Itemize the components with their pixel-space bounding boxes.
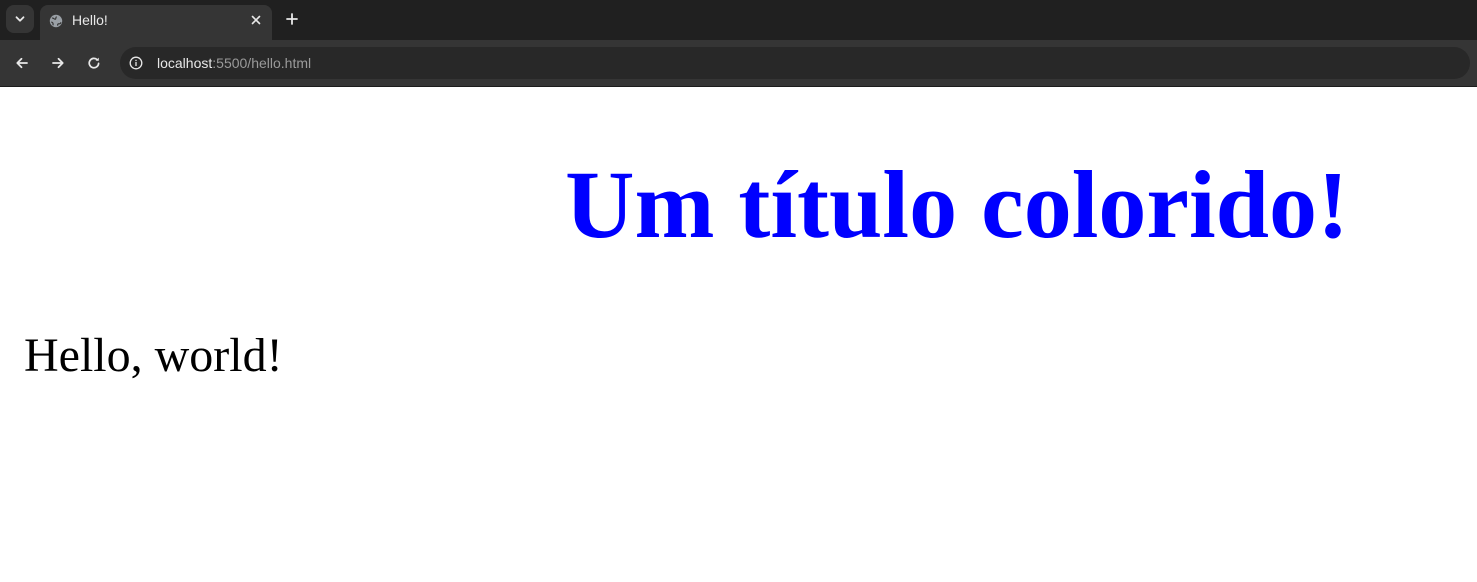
reload-icon bbox=[88, 57, 100, 69]
forward-button[interactable] bbox=[45, 50, 71, 76]
tab-title: Hello! bbox=[72, 12, 108, 28]
arrow-right-icon bbox=[52, 57, 64, 69]
page-heading: Um título colorido! bbox=[565, 151, 1349, 258]
reload-button[interactable] bbox=[81, 50, 107, 76]
tab-hello[interactable]: Hello! bbox=[40, 5, 272, 40]
globe-icon bbox=[49, 13, 63, 28]
plus-icon bbox=[286, 13, 298, 25]
url-host: localhost bbox=[157, 55, 213, 71]
back-button[interactable] bbox=[9, 50, 35, 76]
page-viewport: Um título colorido! Hello, world! bbox=[0, 88, 1477, 582]
address-bar[interactable]: localhost:5500/hello.html bbox=[120, 47, 1470, 79]
tab-strip: Hello! bbox=[0, 0, 1477, 40]
chevron-down-icon bbox=[15, 16, 25, 22]
info-icon[interactable] bbox=[128, 55, 144, 71]
browser-toolbar: localhost:5500/hello.html bbox=[0, 40, 1477, 87]
page-paragraph: Hello, world! bbox=[24, 329, 283, 382]
arrow-left-icon bbox=[16, 57, 28, 69]
url-path: :5500/hello.html bbox=[212, 55, 312, 71]
url-text[interactable]: localhost:5500/hello.html bbox=[157, 55, 311, 71]
close-icon[interactable] bbox=[248, 12, 264, 28]
new-tab-button[interactable] bbox=[280, 7, 304, 31]
tab-search-button[interactable] bbox=[6, 5, 34, 33]
